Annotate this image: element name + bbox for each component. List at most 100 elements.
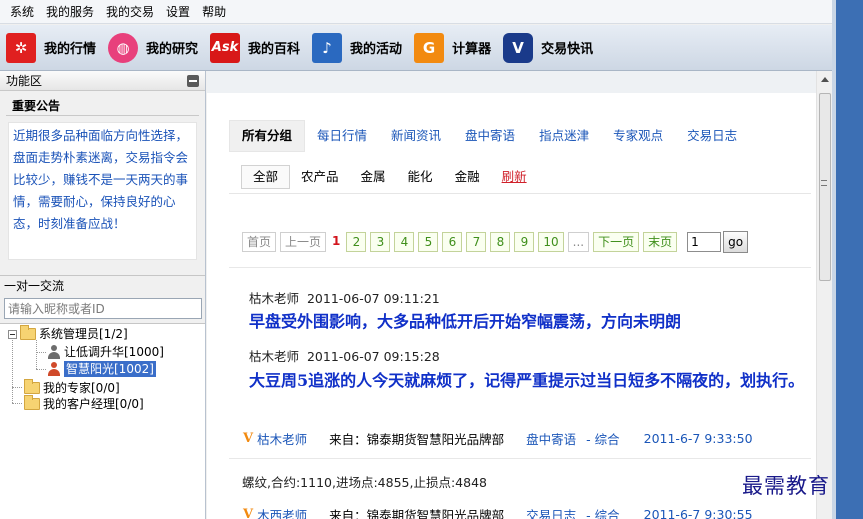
post-meta: 枯木老师 2011-06-07 09:11:21 [249, 288, 440, 307]
panel-header: 功能区 [0, 71, 205, 91]
post-source: 来自：锦泰期货智慧阳光品牌部 [329, 508, 505, 519]
tag-link[interactable]: - 综合 [586, 429, 619, 448]
pager-page[interactable]: 3 [370, 232, 391, 252]
post-date: 2011-6-7 9:33:50 [643, 431, 753, 446]
post-date: 2011-6-7 9:30:55 [643, 507, 753, 519]
subcategory-tabs: 全部 农产品 金属 能化 金融 刷新 [241, 165, 538, 189]
refresh-link[interactable]: 刷新 [491, 166, 538, 188]
post-time: 2011-06-07 09:11:21 [306, 291, 440, 306]
tree-node-managers[interactable]: 我的客户经理[0/0] [24, 395, 144, 412]
category-link[interactable]: 盘中寄语 [526, 429, 576, 448]
post-source: 来自：锦泰期货智慧阳光品牌部 [329, 432, 505, 447]
ask-icon: Ask [210, 32, 241, 63]
category-tabs: 所有分组 每日行情 新闻资讯 盘中寄语 指点迷津 专家观点 交易日志 [229, 119, 809, 153]
toolbar-my-research-button[interactable]: ◍ 我的研究 [108, 32, 199, 63]
post-time: 2011-06-07 09:15:28 [306, 349, 440, 364]
pager-page[interactable]: 6 [442, 232, 463, 252]
tab-news[interactable]: 新闻资讯 [379, 121, 453, 151]
category-link[interactable]: 交易日志 [526, 505, 576, 519]
toolbar-label: 交易快讯 [541, 42, 594, 57]
author-link[interactable]: 枯木老师 [257, 429, 307, 448]
vertical-scrollbar[interactable] [816, 71, 832, 519]
tree-node-label: 我的客户经理[0/0] [43, 397, 144, 411]
tab-all-groups[interactable]: 所有分组 [229, 120, 306, 152]
v-icon: V [503, 32, 534, 63]
scrollbar-thumb[interactable] [819, 93, 831, 281]
search-input[interactable] [4, 298, 202, 319]
notice-text: 近期很多品种面临方向性选择，盘面走势朴素迷离，交易指令会比较少，赚钱不是一天两天… [8, 122, 197, 260]
pager-current: 1 [332, 234, 341, 248]
tab-guidance[interactable]: 指点迷津 [527, 121, 601, 151]
v-badge-icon: V [243, 507, 254, 519]
post-info-row: V 枯木老师 来自：锦泰期货智慧阳光品牌部 盘中寄语 - 综合 2011-6-7… [243, 429, 753, 448]
pager-page[interactable]: 9 [514, 232, 535, 252]
v-badge-icon: V [243, 431, 254, 446]
post-title: 大豆周5追涨的人今天就麻烦了，记得严重提示过当日短多不隔夜的，划执行。 [249, 371, 805, 390]
tree-node-user-selected[interactable]: 智慧阳光[1002] [47, 361, 156, 377]
menu-system[interactable]: 系统 [4, 0, 40, 24]
trade-note: 螺纹,合约:1110,进场点:4855,止损点:4848 [242, 475, 487, 490]
folder-icon [24, 379, 40, 394]
toolbar-label: 我的研究 [146, 42, 199, 57]
toolbar-my-quotes-button[interactable]: ✲ 我的行情 [6, 32, 96, 63]
tab-intraday-notes[interactable]: 盘中寄语 [453, 121, 527, 151]
g-icon: G [414, 32, 445, 63]
dribbble-icon: ◍ [108, 32, 139, 63]
subtab-finance[interactable]: 金融 [444, 166, 491, 188]
pager-last[interactable]: 末页 [643, 232, 678, 252]
tab-expert-views[interactable]: 专家观点 [601, 121, 675, 151]
pager-prev[interactable]: 上一页 [280, 232, 327, 252]
tree-node-label: 我的专家[0/0] [43, 381, 120, 395]
user-icon [47, 345, 61, 359]
main-toolbar: ✲ 我的行情 ◍ 我的研究 Ask 我的百科 ♪ 我的活动 G 计算器 V 交易… [0, 25, 832, 71]
folder-icon [24, 395, 40, 410]
subtab-agriculture[interactable]: 农产品 [290, 166, 350, 188]
go-button[interactable]: go [723, 231, 749, 253]
tag-link[interactable]: - 综合 [586, 505, 619, 519]
pager-page[interactable]: 5 [418, 232, 439, 252]
page-number-input[interactable] [687, 232, 722, 252]
toolbar-trade-news-button[interactable]: V 交易快讯 [503, 32, 594, 63]
pager-page[interactable]: 2 [346, 232, 367, 252]
pager-first[interactable]: 首页 [242, 232, 277, 252]
divider [229, 193, 811, 194]
panel-title: 功能区 [6, 74, 43, 88]
pager-page[interactable]: 4 [394, 232, 415, 252]
toolbar-label: 我的百科 [248, 42, 301, 57]
pager-page[interactable]: 10 [538, 232, 564, 252]
menu-settings[interactable]: 设置 [160, 0, 196, 24]
menu-my-trades[interactable]: 我的交易 [100, 0, 160, 24]
subtab-metals[interactable]: 金属 [350, 166, 397, 188]
subtab-all[interactable]: 全部 [241, 165, 291, 189]
pager-page[interactable]: 7 [466, 232, 487, 252]
tree-node-admins[interactable]: 系统管理员[1/2] [8, 325, 128, 342]
toolbar-my-wiki-button[interactable]: Ask 我的百科 [210, 32, 301, 63]
subtab-energy-chemicals[interactable]: 能化 [397, 166, 444, 188]
watermark: 最需教育 [742, 474, 830, 498]
author-link[interactable]: 木西老师 [257, 505, 307, 519]
divider [229, 267, 811, 268]
divider [229, 458, 811, 459]
pager-page[interactable]: 8 [490, 232, 511, 252]
tab-daily-quotes[interactable]: 每日行情 [305, 121, 379, 151]
menu-bar: 系统 我的服务 我的交易 设置 帮助 [0, 0, 863, 24]
tree-node-experts[interactable]: 我的专家[0/0] [24, 379, 120, 396]
post-author: 枯木老师 [249, 291, 300, 306]
post-author: 枯木老师 [249, 349, 300, 364]
menu-my-services[interactable]: 我的服务 [40, 0, 100, 24]
scrollbar-grip-icon [821, 180, 827, 186]
folder-icon [20, 325, 36, 340]
toolbar-my-activities-button[interactable]: ♪ 我的活动 [312, 32, 402, 63]
toolbar-calculator-button[interactable]: G 计算器 [414, 32, 491, 63]
tree-node-user[interactable]: 让低调升华[1000] [47, 344, 164, 360]
main-top-band [207, 71, 817, 93]
tree-node-label: 智慧阳光[1002] [64, 361, 156, 377]
collapse-icon[interactable] [187, 75, 199, 87]
pager-next[interactable]: 下一页 [593, 232, 640, 252]
tab-trade-log[interactable]: 交易日志 [675, 121, 749, 151]
scroll-up-arrow-icon[interactable] [821, 77, 829, 82]
menu-help[interactable]: 帮助 [196, 0, 232, 24]
tree-node-label: 让低调升华[1000] [64, 345, 164, 359]
user-icon [47, 362, 61, 376]
collapse-node-icon[interactable] [8, 329, 17, 339]
